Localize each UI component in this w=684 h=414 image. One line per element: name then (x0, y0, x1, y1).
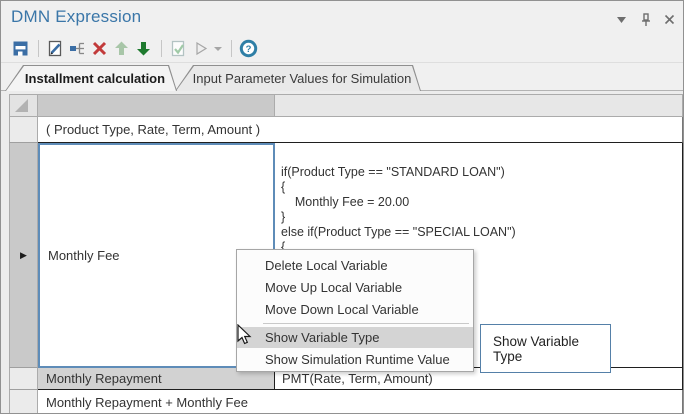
mouse-cursor-icon (237, 324, 253, 351)
parameters-row[interactable]: ( Product Type, Rate, Term, Amount ) (38, 117, 683, 143)
add-local-variable-button[interactable] (67, 38, 88, 59)
toolbar-separator (161, 40, 162, 57)
column-header-expression[interactable] (275, 94, 683, 117)
row-header-total[interactable] (9, 390, 38, 414)
run-options-dropdown[interactable] (212, 38, 224, 59)
chevron-down-icon (214, 46, 222, 52)
tab-label: Input Parameter Values for Simulation (185, 71, 412, 86)
arrow-up-icon (113, 40, 130, 57)
tab-input-parameter-values[interactable]: Input Parameter Values for Simulation (175, 65, 421, 91)
select-all-triangle-icon (15, 99, 28, 112)
code-line: else if(Product Type == "SPECIAL LOAN") (281, 225, 678, 240)
code-line: { (281, 180, 678, 195)
run-simulation-button[interactable] (190, 38, 211, 59)
tooltip-text: Show Variable Type (493, 334, 610, 364)
menu-item-delete-local-variable[interactable]: Delete Local Variable (237, 255, 473, 276)
total-expression-row[interactable]: Monthly Repayment + Monthly Fee (38, 390, 683, 414)
tab-installment-calculation[interactable]: Installment calculation (5, 65, 177, 91)
row-header-parameters[interactable] (9, 117, 38, 143)
edit-document-icon (47, 40, 64, 57)
code-line: } (281, 210, 678, 225)
variable-name: Monthly Repayment (46, 371, 162, 386)
move-down-button[interactable] (133, 38, 154, 59)
play-icon (193, 41, 208, 56)
menu-item-move-down-local-variable[interactable]: Move Down Local Variable (237, 299, 473, 320)
grid-select-all-corner[interactable] (9, 94, 38, 117)
tab-bar: Installment calculation Input Parameter … (1, 63, 683, 91)
toolbar-separator (231, 40, 232, 57)
move-up-button[interactable] (111, 38, 132, 59)
column-header-name[interactable] (38, 94, 275, 117)
help-icon: ? (239, 39, 258, 58)
show-variable-type-tooltip: Show Variable Type (480, 324, 611, 373)
save-button[interactable] (10, 38, 31, 59)
delete-button[interactable] (89, 38, 110, 59)
toolbar-separator (38, 40, 39, 57)
help-button[interactable]: ? (238, 38, 259, 59)
chevron-down-icon (616, 16, 627, 24)
titlebar-controls (614, 12, 677, 27)
menu-separator (263, 323, 469, 324)
window-title: DMN Expression (11, 7, 141, 27)
menu-item-show-variable-type[interactable]: Show Variable Type (237, 327, 473, 348)
current-row-marker-icon: ▶ (20, 250, 27, 261)
row-header-monthly-repayment[interactable] (9, 368, 38, 390)
code-line: if(Product Type == "STANDARD LOAN") (281, 165, 678, 180)
window-menu-button[interactable] (614, 12, 629, 27)
titlebar: DMN Expression (1, 1, 683, 35)
parameters-text: ( Product Type, Rate, Term, Amount ) (46, 122, 260, 137)
local-variable-tree-icon (69, 40, 87, 57)
variable-name: Monthly Fee (48, 248, 120, 263)
toolbar: ? (1, 35, 683, 63)
modify-expression-button[interactable] (45, 38, 66, 59)
context-menu: Delete Local Variable Move Up Local Vari… (236, 249, 474, 372)
dmn-expression-window: DMN Expression (0, 0, 684, 414)
row-header-monthly-fee[interactable]: ▶ (9, 143, 38, 368)
validate-button[interactable] (168, 38, 189, 59)
expression-text: PMT(Rate, Term, Amount) (282, 371, 433, 386)
tab-label: Installment calculation (17, 71, 165, 86)
close-button[interactable] (662, 12, 677, 27)
svg-text:?: ? (246, 44, 252, 55)
menu-item-show-simulation-runtime-value[interactable]: Show Simulation Runtime Value (237, 349, 473, 370)
menu-item-move-up-local-variable[interactable]: Move Up Local Variable (237, 277, 473, 298)
pin-button[interactable] (638, 12, 653, 27)
pin-icon (640, 13, 652, 27)
validate-document-icon (170, 40, 187, 57)
arrow-down-icon (135, 40, 152, 57)
total-expression-text: Monthly Repayment + Monthly Fee (46, 395, 248, 410)
code-line: Monthly Fee = 20.00 (281, 195, 678, 210)
save-icon (12, 40, 29, 57)
delete-x-icon (91, 40, 108, 57)
close-icon (664, 14, 675, 25)
